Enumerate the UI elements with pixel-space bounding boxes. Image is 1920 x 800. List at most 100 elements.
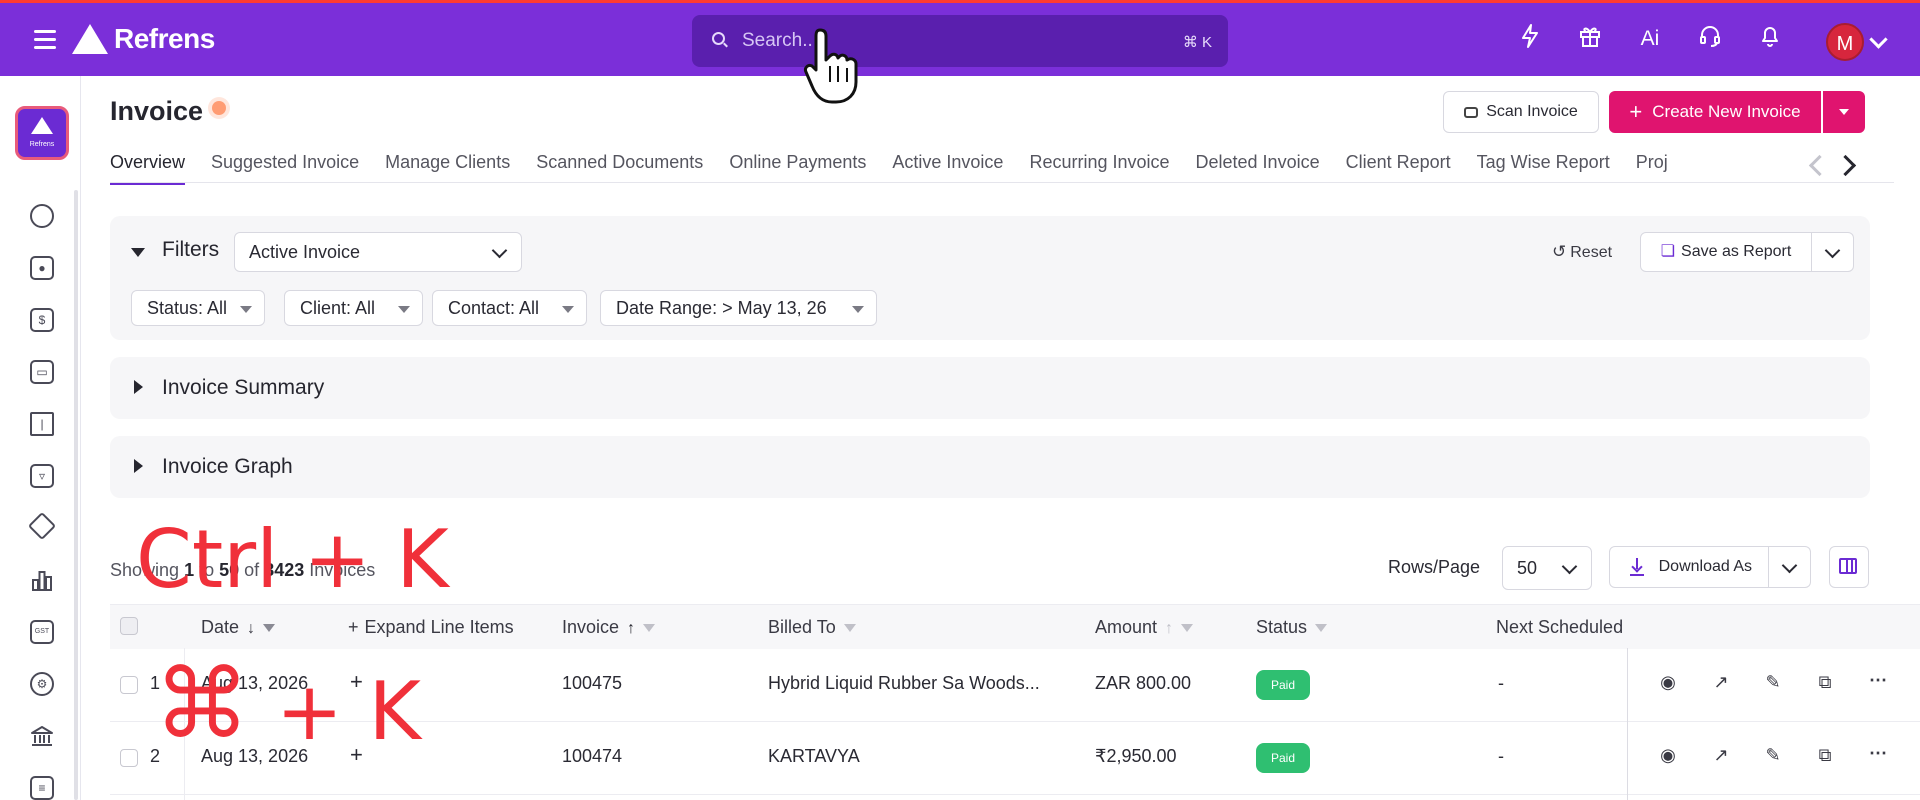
inbox-icon[interactable]: ▭ xyxy=(30,360,54,384)
scan-invoice-button[interactable]: Scan Invoice xyxy=(1443,91,1599,133)
tab-manage-clients[interactable]: Manage Clients xyxy=(385,152,510,182)
date-range-filter-pill[interactable]: Date Range: > May 13, 26 xyxy=(600,290,877,326)
chevron-down-icon xyxy=(1561,558,1578,575)
save-as-report-button[interactable]: ❏ Save as Report xyxy=(1640,232,1812,272)
invoice-graph-panel[interactable]: Invoice Graph xyxy=(110,436,1870,498)
column-header-invoice[interactable]: Invoice ↑ xyxy=(562,617,656,638)
tab-recurring-invoice[interactable]: Recurring Invoice xyxy=(1029,152,1169,182)
chevron-down-icon xyxy=(1824,242,1841,259)
filter-icon[interactable] xyxy=(1315,624,1328,633)
avatar[interactable]: M xyxy=(1826,23,1864,61)
expand-triangle-icon xyxy=(134,380,143,394)
chevron-down-icon[interactable] xyxy=(1869,30,1888,49)
edit-pencil-icon[interactable]: ✎ xyxy=(1759,745,1787,766)
sort-ascending-icon[interactable]: ↑ xyxy=(627,620,635,638)
create-invoice-dropdown-button[interactable] xyxy=(1823,91,1865,133)
support-headset-icon[interactable] xyxy=(1696,23,1724,55)
gst-icon[interactable]: GST xyxy=(30,620,54,644)
filter-icon[interactable] xyxy=(263,624,276,633)
reset-label: Reset xyxy=(1570,244,1613,261)
box-icon[interactable] xyxy=(27,511,57,541)
open-external-icon[interactable]: ↗ xyxy=(1707,672,1735,693)
tab-scroll-left-icon[interactable] xyxy=(1808,154,1831,177)
column-header-billed-to[interactable]: Billed To xyxy=(768,617,856,638)
settings-group-icon[interactable]: ⚙ xyxy=(30,672,54,696)
create-new-invoice-button[interactable]: + Create New Invoice xyxy=(1609,91,1821,133)
filters-label: Filters xyxy=(162,238,220,261)
reset-button[interactable]: ↺ Reset xyxy=(1552,242,1612,262)
lightning-icon[interactable] xyxy=(1516,23,1544,55)
tab-client-report[interactable]: Client Report xyxy=(1346,152,1451,182)
download-icon xyxy=(1630,558,1644,576)
status-badge: Paid xyxy=(1256,670,1310,700)
row-amount: ₹2,950.00 xyxy=(1095,746,1177,766)
tab-suggested-invoice[interactable]: Suggested Invoice xyxy=(211,152,359,182)
bell-icon[interactable] xyxy=(1756,23,1784,55)
presentation-icon[interactable]: ▿ xyxy=(30,464,54,488)
invoice-summary-panel[interactable]: Invoice Summary xyxy=(110,357,1870,419)
column-settings-button[interactable] xyxy=(1829,546,1869,588)
tab-bar: Overview Suggested Invoice Manage Client… xyxy=(110,152,1694,185)
ai-icon[interactable]: Ai xyxy=(1636,23,1664,55)
gift-icon[interactable] xyxy=(1576,23,1604,55)
plus-icon: + xyxy=(348,617,359,637)
tab-projects[interactable]: Proj xyxy=(1636,152,1668,182)
open-external-icon[interactable]: ↗ xyxy=(1707,745,1735,766)
tab-overview[interactable]: Overview xyxy=(110,152,186,185)
column-header-status[interactable]: Status xyxy=(1256,617,1328,638)
bar-chart-icon[interactable] xyxy=(30,568,54,592)
filter-icon[interactable] xyxy=(643,624,656,633)
select-all-checkbox[interactable] xyxy=(120,617,138,635)
client-filter-pill[interactable]: Client: All xyxy=(284,290,423,326)
hamburger-menu-icon[interactable] xyxy=(34,30,56,49)
tab-scroll-right-icon[interactable] xyxy=(1834,154,1857,177)
duplicate-icon[interactable]: ⧉ xyxy=(1811,672,1839,693)
document-icon[interactable]: ≡ xyxy=(30,776,54,800)
expand-line-items-toggle[interactable]: + Expand Line Items xyxy=(348,617,514,638)
global-search-bar[interactable]: Search... ⌘ K xyxy=(692,15,1228,67)
column-header-amount[interactable]: Amount ↑ xyxy=(1095,617,1194,638)
column-header-date[interactable]: Date ↓ xyxy=(201,617,276,638)
view-eye-icon[interactable]: ◉ xyxy=(1654,672,1682,693)
rows-per-page-select[interactable]: 50 xyxy=(1502,546,1592,590)
more-options-icon[interactable]: ⋯ xyxy=(1864,743,1892,764)
table-header: Date ↓ + Expand Line Items Invoice ↑ Billed… xyxy=(110,604,1920,650)
filter-icon[interactable] xyxy=(843,624,856,633)
tab-deleted-invoice[interactable]: Deleted Invoice xyxy=(1196,152,1320,182)
sort-icon[interactable]: ↑ xyxy=(1165,620,1173,638)
tab-scanned-documents[interactable]: Scanned Documents xyxy=(536,152,703,182)
command-key-icon: ⌘ xyxy=(154,648,250,760)
download-as-button[interactable]: Download As xyxy=(1609,546,1769,588)
dollar-icon[interactable]: $ xyxy=(30,308,54,332)
brand-logo[interactable]: Refrens xyxy=(72,23,215,55)
dashboard-icon[interactable] xyxy=(30,204,54,228)
status-filter-pill[interactable]: Status: All xyxy=(131,290,265,326)
workspace-badge[interactable]: Refrens xyxy=(15,106,69,160)
view-eye-icon[interactable]: ◉ xyxy=(1654,745,1682,766)
row-checkbox[interactable] xyxy=(120,749,138,767)
row-checkbox[interactable] xyxy=(120,676,138,694)
saved-view-select[interactable]: Active Invoice xyxy=(234,232,522,272)
contacts-icon[interactable]: ● xyxy=(30,256,54,280)
tab-active-invoice[interactable]: Active Invoice xyxy=(892,152,1003,182)
book-icon[interactable]: | xyxy=(30,412,54,436)
download-dropdown-button[interactable] xyxy=(1769,546,1811,588)
contact-filter-pill[interactable]: Contact: All xyxy=(432,290,587,326)
edit-pencil-icon[interactable]: ✎ xyxy=(1759,672,1787,693)
row-invoice-number[interactable]: 100475 xyxy=(562,673,622,694)
bank-icon[interactable] xyxy=(30,724,54,748)
duplicate-icon[interactable]: ⧉ xyxy=(1811,745,1839,766)
filter-icon[interactable] xyxy=(1181,624,1194,633)
tab-online-payments[interactable]: Online Payments xyxy=(729,152,866,182)
column-header-next-scheduled[interactable]: Next Scheduled xyxy=(1496,617,1630,638)
more-options-icon[interactable]: ⋯ xyxy=(1864,670,1892,691)
ai-label: Ai xyxy=(1640,27,1660,50)
page-title: Invoice xyxy=(110,96,204,126)
expand-triangle-icon xyxy=(134,459,143,473)
row-invoice-number[interactable]: 100474 xyxy=(562,746,622,767)
save-report-dropdown-button[interactable] xyxy=(1812,232,1854,272)
collapse-triangle-icon[interactable] xyxy=(131,248,145,257)
lightbulb-icon[interactable] xyxy=(212,101,226,115)
tab-tag-wise-report[interactable]: Tag Wise Report xyxy=(1477,152,1610,182)
sort-descending-icon[interactable]: ↓ xyxy=(247,620,255,638)
